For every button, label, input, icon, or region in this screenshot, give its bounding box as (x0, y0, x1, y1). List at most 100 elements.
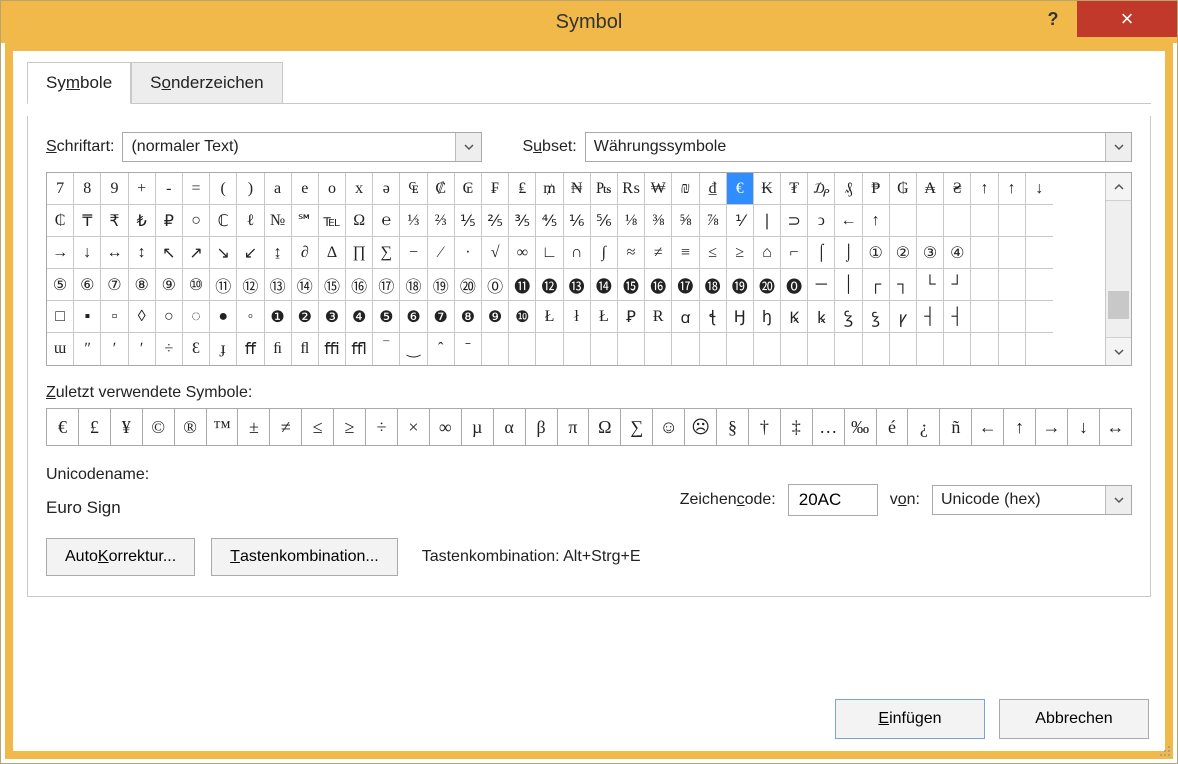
recent-symbol-cell[interactable]: ≠ (270, 409, 302, 445)
symbol-cell[interactable]: Ł (591, 301, 618, 333)
symbol-cell[interactable]: ⓯ (618, 269, 645, 301)
symbol-cell[interactable]: ⓲ (700, 269, 727, 301)
symbol-cell[interactable]: ₸ (74, 205, 101, 237)
symbol-cell[interactable]: ) (237, 173, 264, 205)
symbol-cell[interactable] (536, 333, 563, 365)
recent-symbol-cell[interactable]: × (398, 409, 430, 445)
recent-symbol-cell[interactable]: ± (238, 409, 270, 445)
symbol-cell[interactable] (999, 205, 1026, 237)
symbol-cell[interactable]: ↑ (971, 173, 998, 205)
recent-symbol-cell[interactable]: ≤ (302, 409, 334, 445)
symbol-cell[interactable]: ₧ (591, 173, 618, 205)
symbol-cell[interactable] (971, 205, 998, 237)
symbol-cell[interactable] (700, 333, 727, 365)
symbol-cell[interactable]: ∣ (754, 205, 781, 237)
recent-symbol-cell[interactable]: † (749, 409, 781, 445)
symbol-cell[interactable]: ❼ (428, 301, 455, 333)
recent-symbol-cell[interactable]: ↔ (1100, 409, 1132, 445)
symbol-cell[interactable]: ▪ (74, 301, 101, 333)
scroll-down-button[interactable] (1106, 337, 1131, 365)
symbol-cell[interactable]: ₡ (428, 173, 455, 205)
symbol-cell[interactable]: ④ (944, 237, 971, 269)
symbol-cell[interactable]: ﬃ (319, 333, 346, 365)
symbol-cell[interactable]: 7 (47, 173, 74, 205)
close-button[interactable]: × (1077, 1, 1177, 37)
symbol-cell[interactable]: ⑤ (47, 269, 74, 301)
help-button[interactable]: ? (1029, 1, 1077, 37)
recent-symbol-cell[interactable]: ☺ (653, 409, 685, 445)
symbol-cell[interactable] (564, 333, 591, 365)
autocorrect-button[interactable]: AutoKorrektur... (46, 538, 195, 576)
symbol-cell[interactable]: ⓿ (781, 269, 808, 301)
symbol-cell[interactable]: → (47, 237, 74, 269)
symbol-cell[interactable]: ∑ (373, 237, 400, 269)
symbol-cell[interactable]: ⑲ (428, 269, 455, 301)
symbol-cell[interactable] (591, 333, 618, 365)
recent-symbol-cell[interactable]: … (813, 409, 845, 445)
recent-symbol-cell[interactable]: ☹ (685, 409, 717, 445)
symbol-cell[interactable]: ₥ (536, 173, 563, 205)
symbol-cell[interactable]: ⑱ (400, 269, 427, 301)
symbol-cell[interactable]: ﬄ (346, 333, 373, 365)
symbol-cell[interactable]: ∂ (292, 237, 319, 269)
symbol-cell[interactable]: ₪ (672, 173, 699, 205)
symbol-cell[interactable]: ⑳ (455, 269, 482, 301)
symbol-cell[interactable]: ↙ (237, 237, 264, 269)
symbol-cell[interactable]: ₱ (863, 173, 890, 205)
subset-dropdown[interactable]: Währungssymbole (585, 132, 1132, 162)
symbol-cell[interactable] (971, 333, 998, 365)
symbol-cell[interactable]: ∞ (509, 237, 536, 269)
symbol-cell[interactable]: ∕ (428, 237, 455, 269)
symbol-cell[interactable]: Ꜧ (727, 301, 754, 333)
recent-symbol-cell[interactable]: ∞ (430, 409, 462, 445)
symbol-cell[interactable]: ⅟ (727, 205, 754, 237)
symbol-cell[interactable]: ₣ (482, 173, 509, 205)
symbol-cell[interactable] (645, 333, 672, 365)
symbol-cell[interactable]: ﬂ (292, 333, 319, 365)
recent-symbol-cell[interactable]: ¥ (111, 409, 143, 445)
symbol-cell[interactable]: ← (835, 205, 862, 237)
symbol-cell[interactable]: ⓫ (509, 269, 536, 301)
symbol-cell[interactable]: Ꝑ (618, 301, 645, 333)
symbol-cell[interactable]: ⅜ (645, 205, 672, 237)
symbol-cell[interactable]: ⓱ (672, 269, 699, 301)
symbol-cell[interactable]: ┘ (944, 269, 971, 301)
symbol-cell[interactable] (835, 333, 862, 365)
symbol-cell[interactable]: ≈ (618, 237, 645, 269)
insert-button[interactable]: Einfügen (835, 699, 985, 739)
symbol-cell[interactable] (1026, 237, 1053, 269)
symbol-cell[interactable]: e (292, 173, 319, 205)
symbol-cell[interactable]: ə (373, 173, 400, 205)
symbol-cell[interactable]: ₩ (645, 173, 672, 205)
symbol-cell[interactable]: ( (210, 173, 237, 205)
symbol-cell[interactable]: ʹ (129, 333, 156, 365)
symbol-cell[interactable] (672, 333, 699, 365)
symbol-cell[interactable]: ⅕ (455, 205, 482, 237)
symbol-cell[interactable]: ﬁ (265, 333, 292, 365)
symbol-cell[interactable]: ▫ (101, 301, 128, 333)
symbol-cell[interactable]: ꝩ (890, 301, 917, 333)
symbol-cell[interactable]: ⑩ (183, 269, 210, 301)
symbol-cell[interactable]: ◊ (129, 301, 156, 333)
recent-symbol-cell[interactable]: © (143, 409, 175, 445)
recent-symbol-cell[interactable]: π (558, 409, 590, 445)
symbol-cell[interactable] (971, 269, 998, 301)
symbol-cell[interactable]: ≡ (672, 237, 699, 269)
symbol-cell[interactable]: ꞎ (700, 301, 727, 333)
symbol-cell[interactable] (971, 237, 998, 269)
symbol-cell[interactable]: ꭤ (672, 301, 699, 333)
symbol-cell[interactable]: ┤ (917, 301, 944, 333)
symbol-cell[interactable]: ⑬ (265, 269, 292, 301)
symbol-cell[interactable]: ≤ (700, 237, 727, 269)
cancel-button[interactable]: Abbrechen (999, 699, 1149, 739)
symbol-cell[interactable]: ˉ (455, 333, 482, 365)
symbol-cell[interactable]: ⑥ (74, 269, 101, 301)
recent-symbol-cell[interactable]: Ω (589, 409, 621, 445)
symbol-cell[interactable]: ł (564, 301, 591, 333)
symbol-cell[interactable] (482, 333, 509, 365)
symbol-cell[interactable] (890, 333, 917, 365)
symbol-cell[interactable] (1026, 269, 1053, 301)
symbol-cell[interactable]: Ω (346, 205, 373, 237)
symbol-cell[interactable]: ❶ (265, 301, 292, 333)
symbol-cell[interactable] (863, 333, 890, 365)
